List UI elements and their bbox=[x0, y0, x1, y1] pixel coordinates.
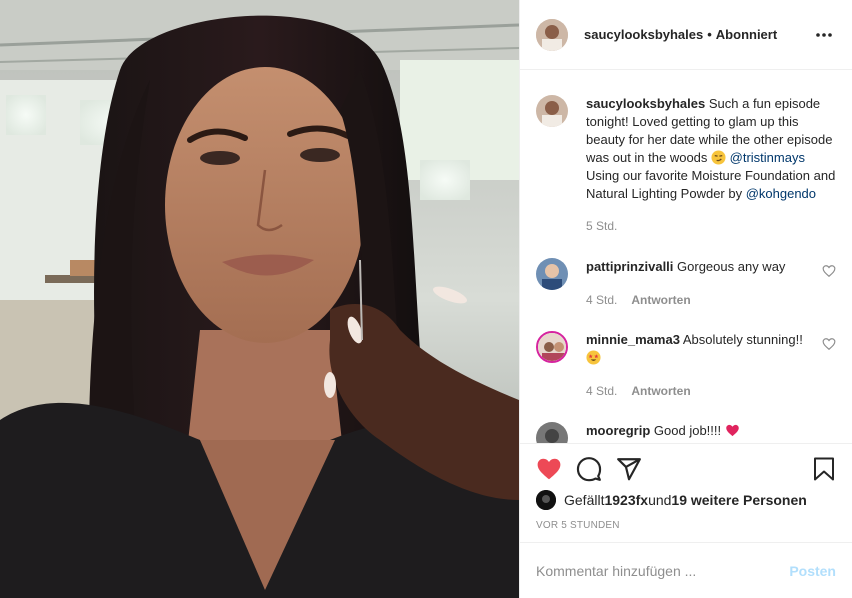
comment-input[interactable] bbox=[536, 562, 790, 579]
post-photo[interactable] bbox=[0, 0, 519, 598]
caption: saucylooksbyhales Such a fun episode ton… bbox=[536, 95, 836, 235]
comment-icon[interactable] bbox=[576, 449, 616, 489]
comment-item: minnie_mama3 Absolutely stunning!! 4 Std… bbox=[536, 331, 836, 400]
add-comment-bar: Posten bbox=[520, 542, 852, 598]
comment-age[interactable]: 4 Std. bbox=[586, 291, 617, 309]
post-dialog: saucylooksbyhales • Abonniert saucylooks… bbox=[0, 0, 852, 598]
star-struck-emoji-icon bbox=[586, 350, 601, 365]
post-timestamp[interactable]: VOR 5 STUNDEN bbox=[536, 520, 836, 531]
post-header: saucylooksbyhales • Abonniert bbox=[520, 0, 852, 70]
post-side-panel: saucylooksbyhales • Abonniert saucylooks… bbox=[519, 0, 852, 598]
bookmark-icon[interactable] bbox=[796, 449, 836, 489]
other-likers-link[interactable]: 19 weitere Personen bbox=[671, 492, 806, 508]
comment-avatar[interactable] bbox=[536, 422, 568, 443]
reply-button[interactable]: Antworten bbox=[631, 291, 690, 309]
author-avatar[interactable] bbox=[536, 18, 568, 51]
caption-avatar[interactable] bbox=[536, 95, 568, 127]
header-separator: • bbox=[707, 27, 712, 42]
likes-summary: Gefällt 1923fx und 19 weitere Personen bbox=[536, 490, 836, 510]
heart-filled-icon[interactable] bbox=[536, 449, 576, 489]
post-comment-button[interactable]: Posten bbox=[789, 563, 836, 579]
likes-middle: und bbox=[648, 492, 672, 508]
comment-text: Good job!!!! bbox=[653, 423, 725, 438]
share-icon[interactable] bbox=[616, 449, 656, 489]
follow-status[interactable]: Abonniert bbox=[716, 27, 777, 42]
comment-like-heart-icon[interactable] bbox=[822, 337, 836, 351]
smirk-emoji-icon bbox=[711, 150, 726, 165]
portrait-image bbox=[0, 0, 519, 598]
comment-text: Absolutely stunning!! bbox=[682, 332, 803, 347]
liker-avatar[interactable] bbox=[536, 490, 556, 510]
mention-tristinmays[interactable]: @tristinmays bbox=[730, 150, 805, 165]
comment-text: Gorgeous any way bbox=[677, 259, 786, 274]
comment-avatar[interactable] bbox=[536, 258, 568, 290]
comments-list[interactable]: saucylooksbyhales Such a fun episode ton… bbox=[520, 71, 852, 443]
more-horizontal-icon[interactable] bbox=[812, 23, 836, 47]
likes-prefix: Gefällt bbox=[564, 492, 605, 508]
mention-kohgendo[interactable]: @kohgendo bbox=[746, 186, 816, 201]
comment-item: mooregrip Good job!!!! bbox=[536, 422, 836, 443]
red-heart-emoji-icon bbox=[725, 423, 740, 438]
comment-like-heart-icon[interactable] bbox=[822, 264, 836, 278]
comment-username[interactable]: pattiprinzivalli bbox=[586, 259, 673, 274]
caption-username[interactable]: saucylooksbyhales bbox=[586, 96, 705, 111]
reply-button[interactable]: Antworten bbox=[631, 382, 690, 400]
caption-age[interactable]: 5 Std. bbox=[586, 217, 617, 235]
comment-age[interactable]: 4 Std. bbox=[586, 382, 617, 400]
post-actions: Gefällt 1923fx und 19 weitere Personen V… bbox=[520, 443, 852, 531]
comment-item: pattiprinzivalli Gorgeous any way 4 Std.… bbox=[536, 258, 836, 309]
author-username[interactable]: saucylooksbyhales bbox=[584, 27, 703, 42]
comment-avatar[interactable] bbox=[536, 331, 568, 363]
comment-username[interactable]: mooregrip bbox=[586, 423, 650, 438]
comment-username[interactable]: minnie_mama3 bbox=[586, 332, 680, 347]
first-liker[interactable]: 1923fx bbox=[604, 492, 648, 508]
